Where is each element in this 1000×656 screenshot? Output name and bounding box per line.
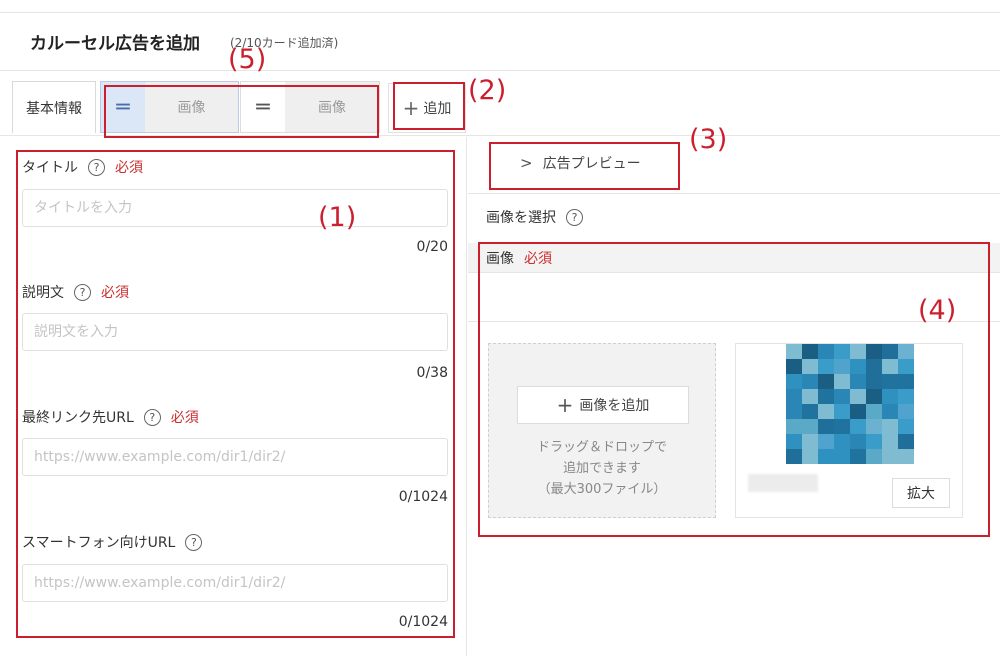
- callout-box-3: [489, 142, 680, 190]
- select-image-text: 画像を選択: [486, 210, 556, 226]
- divider: [468, 193, 1000, 194]
- page-title: カルーセル広告を追加: [30, 34, 200, 54]
- page-header: カルーセル広告を追加 (2/10カード追加済): [0, 13, 1000, 71]
- callout-label-1: (1): [318, 202, 357, 233]
- tab-basic-info[interactable]: 基本情報: [12, 81, 96, 133]
- callout-label-4: (4): [918, 295, 957, 326]
- callout-box-2: [393, 82, 465, 130]
- callout-label-5: (5): [228, 44, 267, 75]
- callout-box-5: [104, 85, 379, 138]
- help-icon[interactable]: ?: [566, 208, 583, 226]
- select-image-label: 画像を選択 ?: [486, 207, 583, 227]
- callout-label-3: (3): [689, 124, 728, 155]
- tab-basic-info-label: 基本情報: [26, 100, 82, 117]
- callout-box-4: [478, 242, 990, 537]
- callout-label-2: (2): [468, 75, 507, 106]
- callout-box-1: [16, 150, 455, 638]
